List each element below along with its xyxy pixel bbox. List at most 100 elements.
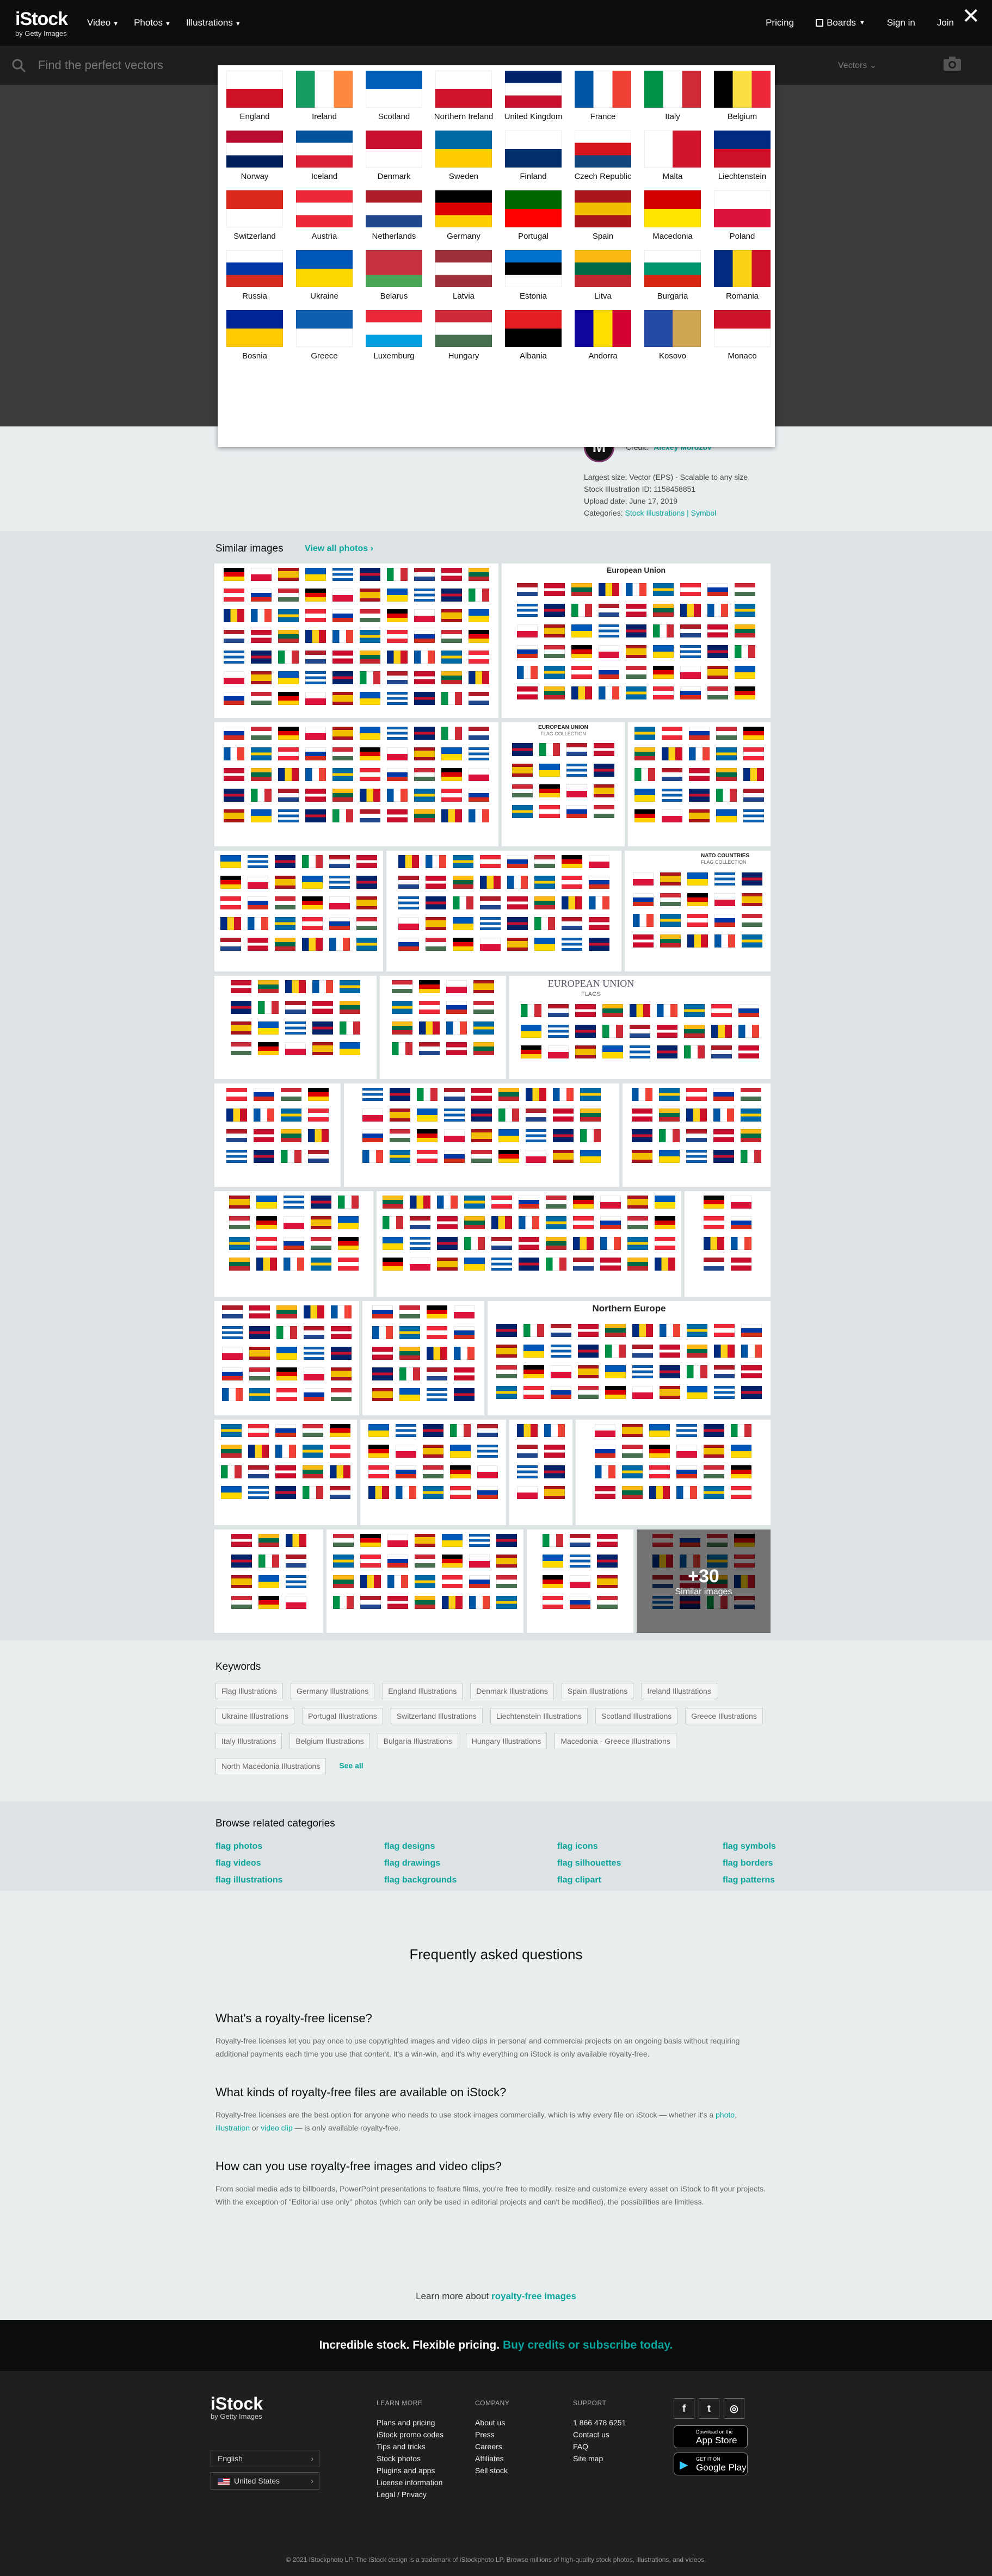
see-all-keywords-link[interactable]: See all — [334, 1758, 368, 1774]
similar-tile[interactable]: NATO COUNTRIES FLAG COLLECTION — [625, 851, 771, 971]
similar-tile[interactable] — [214, 1301, 359, 1415]
similar-tile[interactable] — [380, 976, 506, 1079]
footer-link[interactable]: Careers — [475, 2441, 509, 2453]
royalty-free-link[interactable]: royalty-free images — [491, 2291, 576, 2301]
similar-tile[interactable] — [628, 722, 771, 846]
similar-tile[interactable] — [360, 1420, 506, 1525]
footer-link[interactable]: iStock promo codes — [377, 2429, 443, 2441]
related-category-link[interactable]: flag clipart — [557, 1875, 723, 1892]
video-clip-link[interactable]: video clip — [261, 2123, 292, 2132]
footer-link[interactable]: Stock photos — [377, 2453, 443, 2464]
similar-tile[interactable] — [214, 976, 377, 1079]
keyword-chip[interactable]: Hungary Illustrations — [465, 1733, 547, 1749]
related-category-link[interactable]: flag symbols — [723, 1842, 788, 1859]
keyword-chip[interactable]: Switzerland Illustrations — [390, 1708, 483, 1724]
keyword-chip[interactable]: Scotland Illustrations — [595, 1708, 678, 1724]
keyword-chip[interactable]: North Macedonia Illustrations — [215, 1758, 326, 1774]
hero-image[interactable]: England Ireland Scotland Northern Ireland Un… — [218, 65, 775, 447]
google-play-button[interactable]: ▶ GET IT ON Google Play — [674, 2453, 748, 2475]
keyword-chip[interactable]: Flag Illustrations — [215, 1683, 283, 1699]
boards-link[interactable]: Boards ▼ — [816, 17, 865, 28]
similar-tile[interactable] — [214, 722, 498, 846]
facebook-icon[interactable]: f — [674, 2398, 694, 2419]
footer-link[interactable]: Site map — [573, 2453, 626, 2464]
similar-tile[interactable]: European Union — [502, 564, 771, 718]
app-store-button[interactable]: Download on the App Store — [674, 2425, 748, 2448]
related-category-link[interactable]: flag drawings — [384, 1859, 557, 1875]
keyword-chip[interactable]: England Illustrations — [382, 1683, 463, 1699]
footer-link[interactable]: Press — [475, 2429, 509, 2441]
camera-icon[interactable] — [941, 53, 963, 75]
similar-tile[interactable] — [214, 851, 383, 971]
keyword-chip[interactable]: Ireland Illustrations — [641, 1683, 717, 1699]
keyword-chip[interactable]: Portugal Illustrations — [301, 1708, 383, 1724]
view-all-link[interactable]: View all photos › — [305, 544, 373, 554]
keyword-chip[interactable]: Germany Illustrations — [290, 1683, 375, 1699]
related-category-link[interactable]: flag patterns — [723, 1875, 788, 1892]
illustration-link[interactable]: illustration — [215, 2123, 250, 2132]
more-similar-tile[interactable]: +30 Similar images — [637, 1530, 771, 1633]
photo-link[interactable]: photo — [716, 2110, 735, 2119]
similar-tile[interactable] — [326, 1530, 523, 1633]
similar-tile[interactable] — [685, 1191, 771, 1297]
language-select[interactable]: English › — [211, 2450, 319, 2467]
keyword-chip[interactable]: Italy Illustrations — [215, 1733, 282, 1749]
twitter-icon[interactable]: t — [699, 2398, 719, 2419]
country-select[interactable]: United States › — [211, 2472, 319, 2490]
instagram-icon[interactable]: ◎ — [724, 2398, 744, 2419]
keyword-chip[interactable]: Macedonia - Greece Illustrations — [554, 1733, 676, 1749]
similar-tile[interactable]: EUROPEAN UNION FLAG COLLECTION — [502, 722, 625, 846]
nav-illustrations[interactable]: Illustrations ▼ — [186, 17, 241, 28]
related-category-link[interactable]: flag icons — [557, 1842, 723, 1859]
join-link[interactable]: Join — [937, 17, 954, 28]
footer-link[interactable]: Plugins and apps — [377, 2464, 443, 2476]
related-category-link[interactable]: flag designs — [384, 1842, 557, 1859]
keyword-chip[interactable]: Spain Illustrations — [561, 1683, 634, 1699]
similar-tile[interactable] — [623, 1083, 771, 1187]
related-category-link[interactable]: flag silhouettes — [557, 1859, 723, 1875]
related-category-link[interactable]: flag backgrounds — [384, 1875, 557, 1892]
similar-tile[interactable] — [214, 1083, 341, 1187]
similar-tile[interactable] — [214, 564, 498, 718]
pricing-link[interactable]: Pricing — [766, 17, 794, 28]
similar-tile[interactable] — [377, 1191, 681, 1297]
footer-link[interactable]: License information — [377, 2476, 443, 2488]
similar-tile[interactable] — [344, 1083, 619, 1187]
keyword-chip[interactable]: Bulgaria Illustrations — [377, 1733, 458, 1749]
footer-link[interactable]: Affiliates — [475, 2453, 509, 2464]
similar-tile[interactable] — [214, 1530, 323, 1633]
signin-link[interactable]: Sign in — [887, 17, 915, 28]
footer-link[interactable]: 1 866 478 6251 — [573, 2417, 626, 2429]
footer-logo[interactable]: iStock by Getty Images — [211, 2395, 263, 2420]
similar-tile[interactable] — [576, 1420, 771, 1525]
footer-link[interactable]: Contact us — [573, 2429, 626, 2441]
related-category-link[interactable]: flag videos — [215, 1859, 384, 1875]
footer-link[interactable]: Legal / Privacy — [377, 2488, 443, 2500]
close-icon[interactable]: ✕ — [962, 5, 980, 27]
keyword-chip[interactable]: Denmark Illustrations — [470, 1683, 554, 1699]
similar-tile[interactable] — [214, 1420, 357, 1525]
nav-photos[interactable]: Photos ▼ — [134, 17, 171, 28]
similar-tile[interactable] — [527, 1530, 633, 1633]
categories-link[interactable]: Stock Illustrations | Symbol — [625, 509, 716, 517]
similar-tile[interactable] — [362, 1301, 484, 1415]
footer-link[interactable]: Sell stock — [475, 2464, 509, 2476]
related-category-link[interactable]: flag photos — [215, 1842, 384, 1859]
istock-logo[interactable]: iStock by Getty Images — [15, 10, 68, 38]
keyword-chip[interactable]: Ukraine Illustrations — [215, 1708, 294, 1724]
footer-link[interactable]: Plans and pricing — [377, 2417, 443, 2429]
similar-tile[interactable] — [386, 851, 621, 971]
buy-credits-link[interactable]: Buy credits or subscribe today. — [503, 2339, 673, 2351]
similar-tile[interactable]: EUROPEAN UNION FLAGS — [509, 976, 771, 1079]
similar-tile[interactable]: Northern Europe — [488, 1301, 771, 1415]
nav-video[interactable]: Video ▼ — [87, 17, 119, 28]
footer-link[interactable]: About us — [475, 2417, 509, 2429]
related-category-link[interactable]: flag borders — [723, 1859, 788, 1875]
footer-link[interactable]: Tips and tricks — [377, 2441, 443, 2453]
keyword-chip[interactable]: Greece Illustrations — [685, 1708, 763, 1724]
similar-tile[interactable] — [509, 1420, 572, 1525]
keyword-chip[interactable]: Liechtenstein Illustrations — [490, 1708, 588, 1724]
search-type-select[interactable]: Vectors ⌄ — [838, 60, 877, 71]
similar-tile[interactable] — [214, 1191, 373, 1297]
footer-link[interactable]: FAQ — [573, 2441, 626, 2453]
